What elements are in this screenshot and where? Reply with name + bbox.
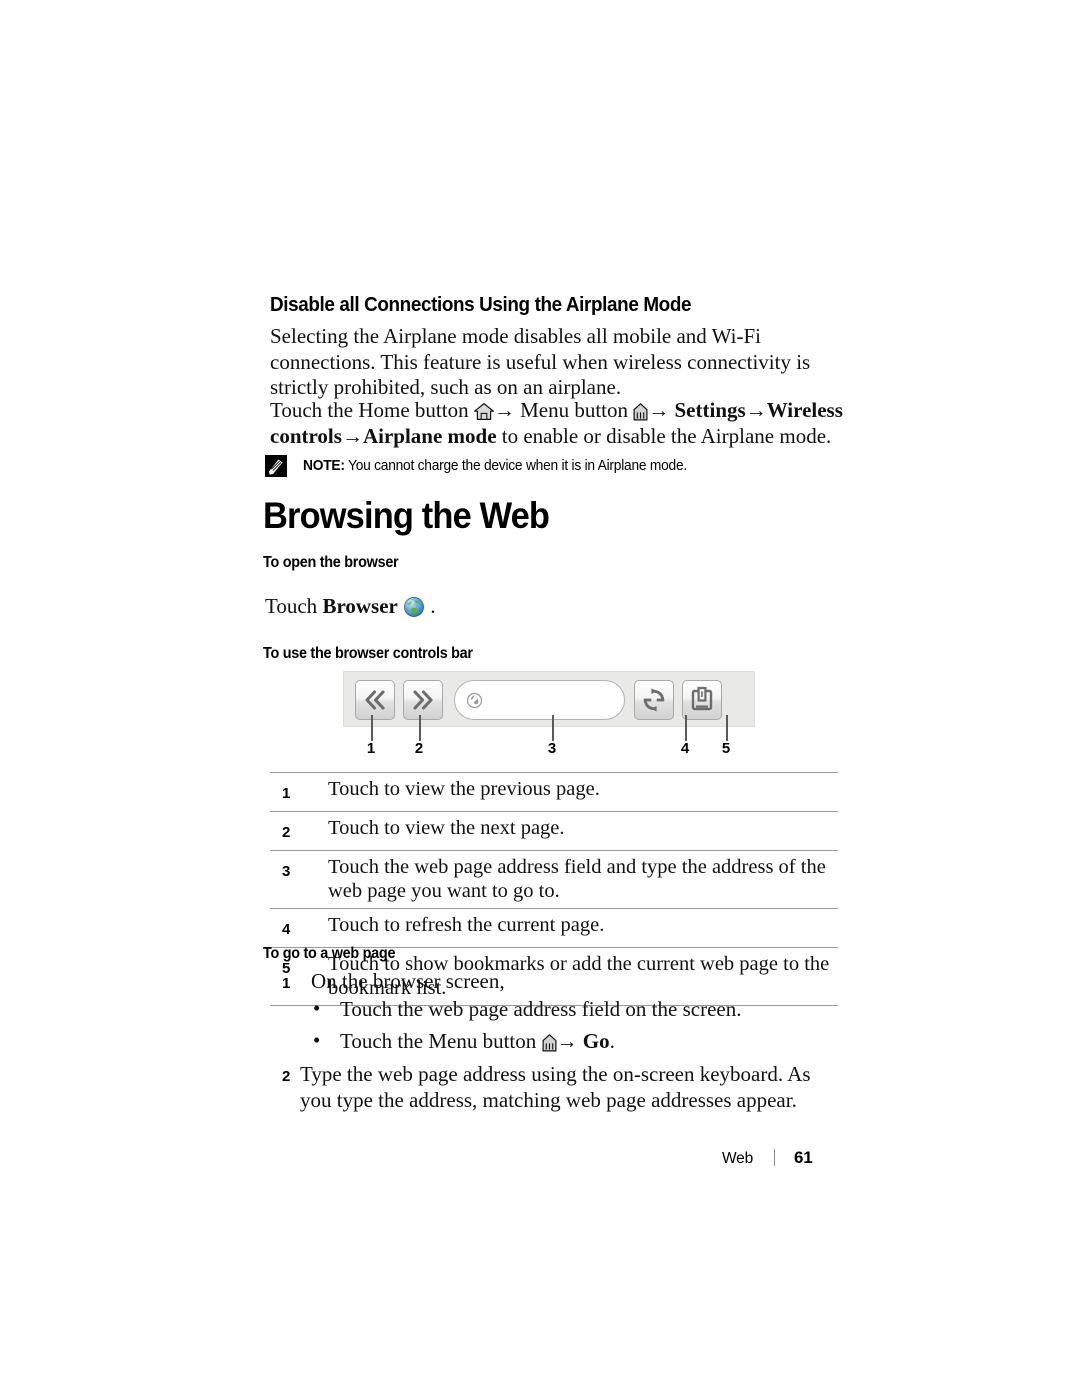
table-row-description: Touch to view the next page. (326, 811, 838, 851)
callout-number-2: 2 (414, 740, 424, 757)
touch-prefix: Touch (265, 594, 323, 618)
page-footer: Web 61 (722, 1148, 813, 1168)
table-row: 3 Touch the web page address field and t… (270, 850, 838, 909)
path-arrow-1: → (493, 398, 515, 422)
menu-button-icon (633, 402, 648, 421)
settings-label: Settings (674, 398, 746, 422)
airplane-mode-label: Airplane mode (362, 423, 497, 448)
leader-line-4 (685, 715, 687, 741)
note-pencil-icon (265, 455, 287, 477)
browser-controls-bar-figure (343, 671, 755, 727)
bookmarks-button[interactable] (682, 680, 722, 720)
table-row: 4 Touch to refresh the current page. (270, 908, 838, 948)
goto-step-2-text: Type the web page address using the on-s… (300, 1062, 811, 1112)
leader-line-3 (552, 715, 554, 741)
callout-number-3: 3 (547, 740, 557, 757)
home-button-icon (473, 401, 494, 420)
section-heading: Disable all Connections Using the Airpla… (270, 293, 692, 316)
path-part2: Menu button (514, 398, 634, 422)
touch-suffix: . (425, 594, 436, 618)
chapter-heading: Browsing the Web (263, 495, 550, 536)
path-part1: Touch the Home button (270, 398, 474, 422)
bullet-2-prefix: Touch the Menu button (340, 1029, 542, 1053)
goto-step-1-number: 1 (282, 975, 291, 992)
refresh-button[interactable] (634, 680, 674, 720)
path-arrow-3: → (745, 398, 767, 422)
leader-line-2 (419, 715, 421, 741)
callout-number-4: 4 (680, 740, 690, 757)
path-arrow-4: → (341, 423, 363, 448)
table-row-number: 2 (270, 811, 326, 851)
forward-button[interactable] (403, 680, 443, 720)
go-label: Go (582, 1029, 610, 1053)
note-label: NOTE: (303, 458, 345, 474)
table-row: 1 Touch to view the previous page. (270, 772, 838, 812)
table-row-number: 3 (270, 850, 326, 909)
airplane-mode-path: Touch the Home button → Menu button → Se… (270, 398, 855, 449)
table-row-description: Touch to refresh the current page. (326, 908, 838, 948)
path-tail: to enable or disable the Airplane mode. (496, 423, 832, 448)
table-row-number: 1 (270, 772, 326, 812)
table-row: 2 Touch to view the next page. (270, 811, 838, 851)
open-browser-heading: To open the browser (263, 554, 399, 571)
manual-page: Disable all Connections Using the Airpla… (0, 0, 1080, 1397)
goto-page-heading: To go to a web page (263, 945, 396, 962)
address-globe-icon (466, 692, 483, 709)
table-row-number: 4 (270, 908, 326, 948)
goto-bullet-2-text: Touch the Menu button → Go. (340, 1028, 860, 1054)
bullet-marker-2: • (313, 1028, 321, 1052)
browser-label: Browser (322, 594, 398, 618)
goto-step-2-number: 2 (282, 1068, 291, 1085)
intro-paragraph: Selecting the Airplane mode disables all… (270, 324, 811, 399)
bullet-2-arrow: → (556, 1029, 578, 1053)
path-arrow-2: → (648, 398, 670, 422)
footer-page-number: 61 (794, 1148, 813, 1167)
back-button[interactable] (355, 680, 395, 720)
callout-number-5: 5 (721, 740, 731, 757)
note-body: You cannot charge the device when it is … (344, 458, 687, 474)
footer-section-label: Web (722, 1150, 753, 1167)
leader-line-1 (371, 715, 373, 741)
open-browser-instruction: Touch Browser . (265, 594, 436, 620)
bullet-marker-1: • (313, 996, 321, 1020)
goto-step-1-text: On the browser screen, (311, 969, 505, 993)
goto-bullet-1-text: Touch the web page address field on the … (340, 997, 742, 1021)
browser-globe-icon (403, 596, 425, 618)
bullet-2-suffix: . (609, 1029, 615, 1053)
callout-number-1: 1 (366, 740, 376, 757)
footer-separator (774, 1149, 775, 1166)
address-field[interactable] (454, 680, 625, 720)
table-row-description: Touch the web page address field and typ… (326, 850, 838, 909)
menu-button-icon (542, 1032, 557, 1052)
table-row-description: Touch to view the previous page. (326, 772, 838, 812)
leader-line-5 (726, 715, 728, 741)
note-text: NOTE: You cannot charge the device when … (303, 458, 687, 474)
controls-bar-heading: To use the browser controls bar (263, 645, 473, 662)
